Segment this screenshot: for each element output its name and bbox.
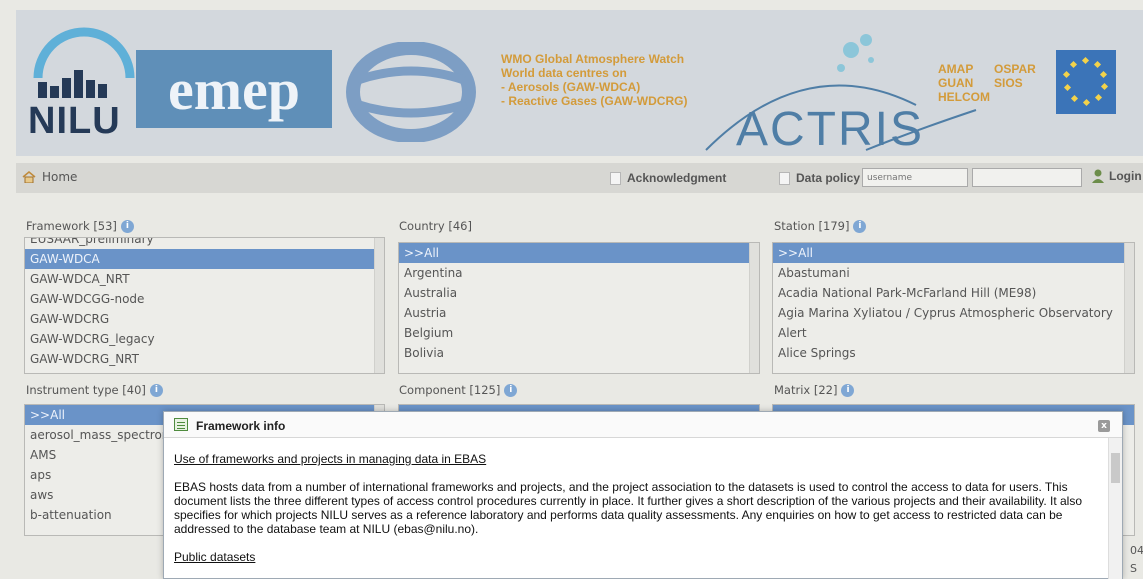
document-icon [779, 171, 790, 185]
document-icon [610, 171, 621, 185]
home-label: Home [42, 170, 78, 184]
list-item[interactable]: Acadia National Park-McFarland Hill (ME9… [773, 283, 1134, 303]
country-list[interactable]: >>All Argentina Australia Austria Belgiu… [398, 242, 760, 374]
dialog-header: Framework info x [164, 412, 1122, 438]
framework-label-text: Framework [53] [26, 219, 117, 233]
list-item[interactable]: GAW-WDCRG [25, 309, 384, 329]
list-item[interactable]: Agia Marina Xyliatou / Cyprus Atmospheri… [773, 303, 1134, 323]
partner-name: AMAP [938, 62, 974, 76]
list-item-selected[interactable]: GAW-WDCA [25, 249, 384, 269]
info-icon[interactable]: i [149, 383, 163, 397]
list-item[interactable]: Alice Springs [773, 343, 1134, 363]
instrument-type-label: Instrument type [40] i [26, 383, 163, 397]
username-input[interactable] [862, 168, 968, 187]
home-icon [22, 171, 36, 183]
scrollbar[interactable] [374, 238, 384, 373]
instrument-type-label-text: Instrument type [40] [26, 383, 146, 397]
matrix-label-text: Matrix [22] [774, 383, 838, 397]
component-label: Component [125] i [399, 383, 518, 397]
login-button[interactable]: Login [1091, 169, 1142, 183]
station-list[interactable]: >>All Abastumani Acadia National Park-Mc… [772, 242, 1135, 374]
list-item-selected[interactable]: >>All [773, 243, 1134, 263]
scroll-thumb[interactable] [1111, 453, 1120, 483]
framework-label: Framework [53] i [26, 219, 134, 233]
country-label-text: Country [46] [399, 219, 472, 233]
emep-logo: emep [136, 50, 332, 128]
wmo-line: WMO Global Atmosphere Watch [501, 52, 685, 66]
data-policy-link[interactable]: Data policy [779, 171, 860, 185]
list-item[interactable]: GAW-WDCGG-node [25, 289, 384, 309]
framework-info-dialog: Framework info x Use of frameworks and p… [163, 411, 1123, 579]
list-item[interactable]: Belgium [399, 323, 759, 343]
component-label-text: Component [125] [399, 383, 501, 397]
dialog-heading: Use of frameworks and projects in managi… [174, 452, 487, 466]
partner-name: GUAN [938, 76, 974, 90]
nilu-wordmark: NILU [28, 100, 121, 142]
eu-flag-icon [1056, 50, 1116, 114]
matrix-label: Matrix [22] i [774, 383, 855, 397]
list-item[interactable]: Australia [399, 283, 759, 303]
wmo-line: - Aerosols (GAW-WDCA) [501, 80, 641, 94]
dialog-scrollbar[interactable] [1108, 438, 1122, 579]
user-icon [1092, 169, 1104, 183]
list-item[interactable]: GAW-WDCRG_NRT [25, 349, 384, 369]
list-item[interactable]: EUSAAR_preliminary [25, 238, 384, 249]
list-item[interactable]: Alert [773, 323, 1134, 343]
wmo-gaw-text: WMO Global Atmosphere Watch World data c… [501, 52, 687, 108]
list-item[interactable]: Austria [399, 303, 759, 323]
info-icon[interactable]: i [120, 219, 134, 233]
list-item[interactable]: Argentina [399, 263, 759, 283]
home-link[interactable]: Home [22, 170, 77, 184]
dialog-body: Use of frameworks and projects in managi… [174, 452, 1099, 578]
scrollbar[interactable] [1124, 243, 1134, 373]
data-policy-label: Data policy [796, 171, 861, 185]
info-window-icon [174, 418, 188, 431]
partner-name: HELCOM [938, 90, 990, 104]
dialog-paragraph: EBAS hosts data from a number of interna… [174, 480, 1083, 536]
info-icon[interactable]: i [504, 383, 518, 397]
close-icon[interactable]: x [1098, 420, 1110, 432]
emep-wordmark: emep [167, 57, 301, 122]
wmo-globe-icon [346, 42, 476, 142]
edge-text: S [1130, 562, 1137, 575]
partner-name: OSPAR [994, 62, 1036, 76]
list-item[interactable]: Abastumani [773, 263, 1134, 283]
actris-wordmark: ACTRIS [736, 103, 925, 156]
info-icon[interactable]: i [841, 383, 855, 397]
wmo-line: World data centres on [501, 66, 627, 80]
partners-left: AMAP GUAN HELCOM [938, 62, 990, 104]
dialog-title: Framework info [196, 419, 286, 433]
login-label: Login [1109, 169, 1142, 183]
dialog-subheading: Public datasets [174, 550, 256, 564]
wmo-line: - Reactive Gases (GAW-WDCRG) [501, 94, 688, 108]
list-item-selected[interactable]: >>All [399, 243, 759, 263]
list-item[interactable]: GAW-WDCRG_legacy [25, 329, 384, 349]
station-label-text: Station [179] [774, 219, 850, 233]
password-input[interactable] [972, 168, 1082, 187]
nav-bar: Home Acknowledgment Data policy Login [16, 163, 1143, 193]
framework-list[interactable]: EUSAAR_preliminary GAW-WDCA GAW-WDCA_NRT… [24, 237, 385, 374]
list-item[interactable]: GAW-WDCA_NRT [25, 269, 384, 289]
acknowledgment-label: Acknowledgment [627, 171, 727, 185]
list-item[interactable]: Bolivia [399, 343, 759, 363]
info-icon[interactable]: i [853, 219, 867, 233]
acknowledgment-link[interactable]: Acknowledgment [610, 171, 726, 185]
header-banner: NILU emep WMO Global Atmosphere Watch Wo… [16, 10, 1143, 156]
station-label: Station [179] i [774, 219, 867, 233]
partners-right: OSPAR SIOS [994, 62, 1036, 90]
country-label: Country [46] [399, 219, 472, 233]
scrollbar[interactable] [749, 243, 759, 373]
edge-text: 04 [1130, 544, 1143, 557]
partner-name: SIOS [994, 76, 1023, 90]
